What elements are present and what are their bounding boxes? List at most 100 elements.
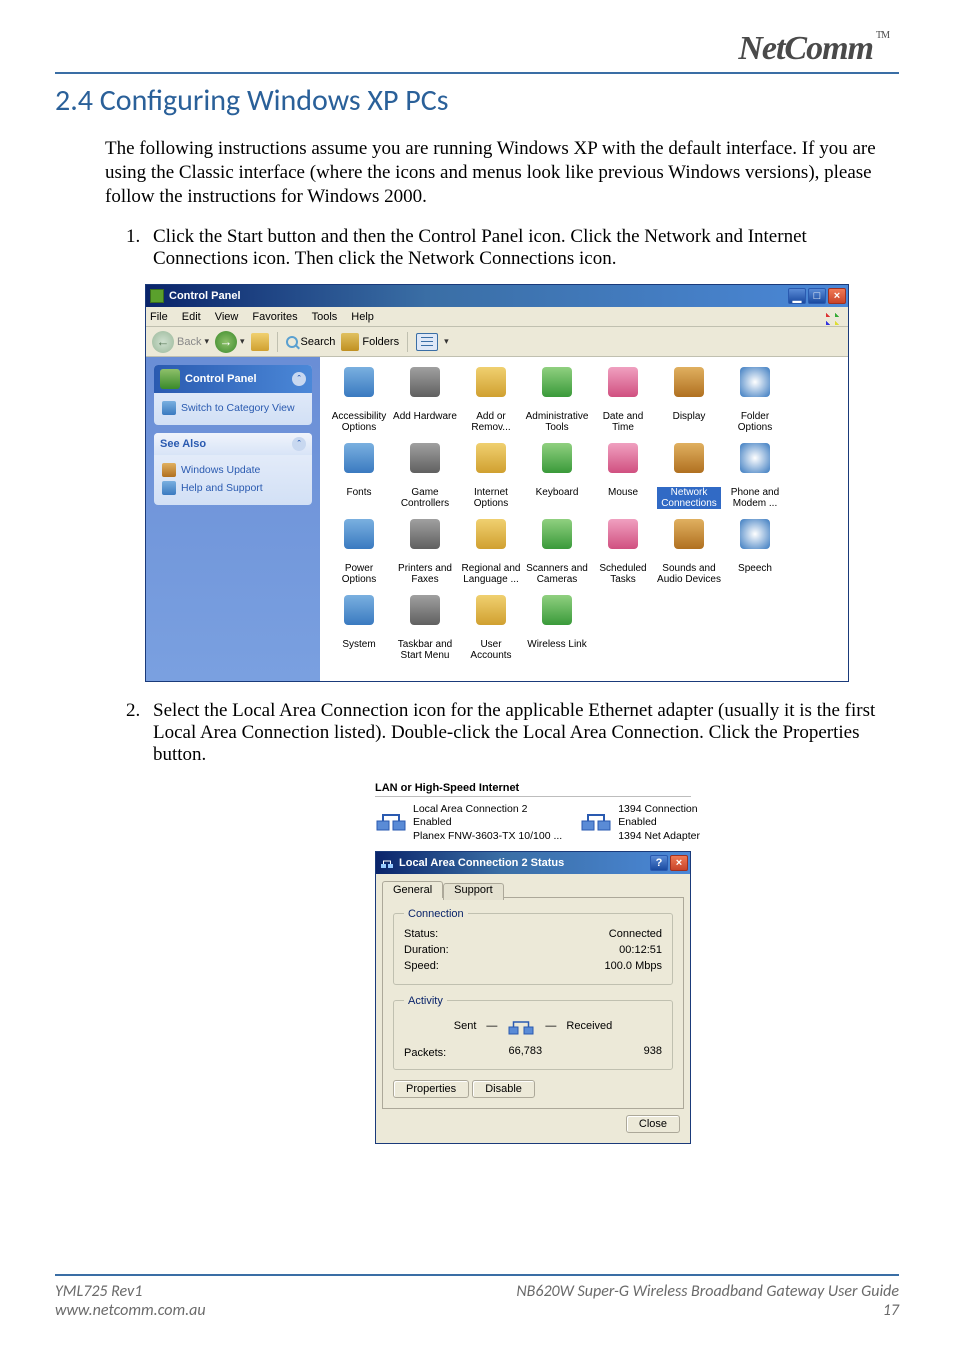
cp-item-scheduled-tasks[interactable]: Scheduled Tasks bbox=[590, 519, 656, 585]
collapse-icon[interactable]: ˆ bbox=[292, 372, 306, 386]
category-view-icon bbox=[162, 401, 176, 415]
menu-file[interactable]: File bbox=[150, 311, 168, 323]
up-folder-button[interactable] bbox=[251, 333, 269, 351]
switch-category-view-link[interactable]: Switch to Category View bbox=[162, 399, 304, 417]
cp-item-label: Accessibility Options bbox=[332, 411, 386, 433]
conn-status: Enabled bbox=[618, 816, 700, 829]
cp-item-mouse[interactable]: Mouse bbox=[590, 443, 656, 509]
conn-status: Enabled bbox=[413, 816, 562, 829]
cp-item-label: Speech bbox=[738, 563, 772, 574]
cp-item-label: Phone and Modem ... bbox=[731, 487, 779, 509]
forward-icon: → bbox=[215, 331, 237, 353]
cp-item-sounds-and-audio-devices[interactable]: Sounds and Audio Devices bbox=[656, 519, 722, 585]
status-label: Status: bbox=[404, 928, 438, 940]
cp-item-accessibility-options[interactable]: Accessibility Options bbox=[326, 367, 392, 433]
cp-item-label: Keyboard bbox=[536, 487, 579, 498]
cp-item-icon bbox=[674, 367, 704, 397]
cp-item-label: Taskbar and Start Menu bbox=[398, 639, 452, 661]
cp-item-fonts[interactable]: Fonts bbox=[326, 443, 392, 509]
cp-item-label: Mouse bbox=[608, 487, 638, 498]
cp-item-scanners-and-cameras[interactable]: Scanners and Cameras bbox=[524, 519, 590, 585]
help-support-link[interactable]: Help and Support bbox=[162, 479, 304, 497]
cp-item-printers-and-faxes[interactable]: Printers and Faxes bbox=[392, 519, 458, 585]
cp-item-folder-options[interactable]: Folder Options bbox=[722, 367, 788, 433]
cp-item-icon bbox=[476, 367, 506, 397]
window-title: Control Panel bbox=[169, 290, 788, 302]
toolbar: ← Back ▾ → ▾ Search Folders ▾ bbox=[146, 327, 848, 357]
views-dropdown-icon[interactable]: ▾ bbox=[444, 336, 449, 347]
cp-item-date-and-time[interactable]: Date and Time bbox=[590, 367, 656, 433]
close-dialog-button[interactable]: Close bbox=[626, 1115, 680, 1133]
lan-category-header: LAN or High-Speed Internet bbox=[375, 780, 691, 797]
window-titlebar: Control Panel ▁ □ × bbox=[146, 285, 848, 307]
cp-item-icon bbox=[740, 519, 770, 549]
menu-view[interactable]: View bbox=[215, 311, 239, 323]
cp-item-administrative-tools[interactable]: Administrative Tools bbox=[524, 367, 590, 433]
cp-item-label: Administrative Tools bbox=[526, 411, 589, 433]
properties-button[interactable]: Properties bbox=[393, 1080, 469, 1098]
views-button[interactable] bbox=[416, 333, 438, 351]
cp-item-phone-and-modem[interactable]: Phone and Modem ... bbox=[722, 443, 788, 509]
cp-item-game-controllers[interactable]: Game Controllers bbox=[392, 443, 458, 509]
disable-button[interactable]: Disable bbox=[472, 1080, 535, 1098]
screenshot-control-panel: Control Panel ▁ □ × File Edit View Favor… bbox=[145, 284, 849, 682]
cp-item-label: Add or Remov... bbox=[471, 411, 510, 433]
help-button[interactable]: ? bbox=[650, 855, 668, 871]
maximize-button[interactable]: □ bbox=[808, 288, 826, 304]
back-button[interactable]: ← Back ▾ bbox=[152, 331, 209, 353]
tab-general[interactable]: General bbox=[382, 881, 443, 898]
cp-item-label: Date and Time bbox=[603, 411, 644, 433]
cp-item-power-options[interactable]: Power Options bbox=[326, 519, 392, 585]
help-icon bbox=[162, 481, 176, 495]
sent-label: Sent bbox=[454, 1020, 477, 1032]
cp-item-add-hardware[interactable]: Add Hardware bbox=[392, 367, 458, 433]
intro-paragraph: The following instructions assume you ar… bbox=[105, 137, 899, 208]
footer-url: www.netcomm.com.au bbox=[55, 1301, 206, 1320]
cp-item-internet-options[interactable]: Internet Options bbox=[458, 443, 524, 509]
cp-item-icon bbox=[542, 367, 572, 397]
cp-item-label: Game Controllers bbox=[401, 487, 449, 509]
cp-item-wireless-link[interactable]: Wireless Link bbox=[524, 595, 590, 661]
cp-item-label: Folder Options bbox=[738, 411, 772, 433]
cp-item-icon bbox=[608, 367, 638, 397]
search-button[interactable]: Search bbox=[286, 336, 336, 348]
menu-tools[interactable]: Tools bbox=[312, 311, 338, 323]
close-button[interactable]: × bbox=[670, 855, 688, 871]
back-dropdown-icon[interactable]: ▾ bbox=[204, 336, 209, 347]
cp-item-add-or-remov[interactable]: Add or Remov... bbox=[458, 367, 524, 433]
cp-item-label: Regional and Language ... bbox=[462, 563, 521, 585]
cp-item-icon bbox=[344, 367, 374, 397]
cp-item-speech[interactable]: Speech bbox=[722, 519, 788, 585]
cp-item-taskbar-and-start-menu[interactable]: Taskbar and Start Menu bbox=[392, 595, 458, 661]
cp-item-regional-and-language[interactable]: Regional and Language ... bbox=[458, 519, 524, 585]
cp-item-icon bbox=[410, 519, 440, 549]
cp-item-label: Printers and Faxes bbox=[398, 563, 452, 585]
folders-button[interactable]: Folders bbox=[341, 333, 399, 351]
cp-item-user-accounts[interactable]: User Accounts bbox=[458, 595, 524, 661]
windows-flag-icon bbox=[826, 309, 844, 325]
tab-support[interactable]: Support bbox=[443, 883, 504, 900]
menu-edit[interactable]: Edit bbox=[182, 311, 201, 323]
close-button[interactable]: × bbox=[828, 288, 846, 304]
lan-connection-item[interactable]: 1394 Connection Enabled 1394 Net Adapter bbox=[580, 803, 700, 842]
duration-label: Duration: bbox=[404, 944, 449, 956]
connection-status-dialog: Local Area Connection 2 Status ? × Gener… bbox=[375, 851, 691, 1144]
cp-item-icon bbox=[542, 595, 572, 625]
dialog-title: Local Area Connection 2 Status bbox=[399, 857, 564, 869]
cp-item-label: System bbox=[342, 639, 375, 650]
screenshot-lan-status: LAN or High-Speed Internet Local Area Co… bbox=[375, 780, 691, 1143]
forward-button[interactable]: → ▾ bbox=[215, 331, 245, 353]
lan-connection-item[interactable]: Local Area Connection 2 Enabled Planex F… bbox=[375, 803, 562, 842]
cp-item-network-connections[interactable]: Network Connections bbox=[656, 443, 722, 509]
cp-item-display[interactable]: Display bbox=[656, 367, 722, 433]
menu-help[interactable]: Help bbox=[351, 311, 374, 323]
cp-item-icon bbox=[410, 443, 440, 473]
forward-dropdown-icon[interactable]: ▾ bbox=[240, 336, 245, 347]
minimize-button[interactable]: ▁ bbox=[788, 288, 806, 304]
windows-update-link[interactable]: Windows Update bbox=[162, 461, 304, 479]
menu-favorites[interactable]: Favorites bbox=[252, 311, 297, 323]
collapse-icon[interactable]: ˆ bbox=[292, 437, 306, 451]
cp-item-keyboard[interactable]: Keyboard bbox=[524, 443, 590, 509]
panel-title: Control Panel bbox=[185, 373, 257, 385]
cp-item-system[interactable]: System bbox=[326, 595, 392, 661]
